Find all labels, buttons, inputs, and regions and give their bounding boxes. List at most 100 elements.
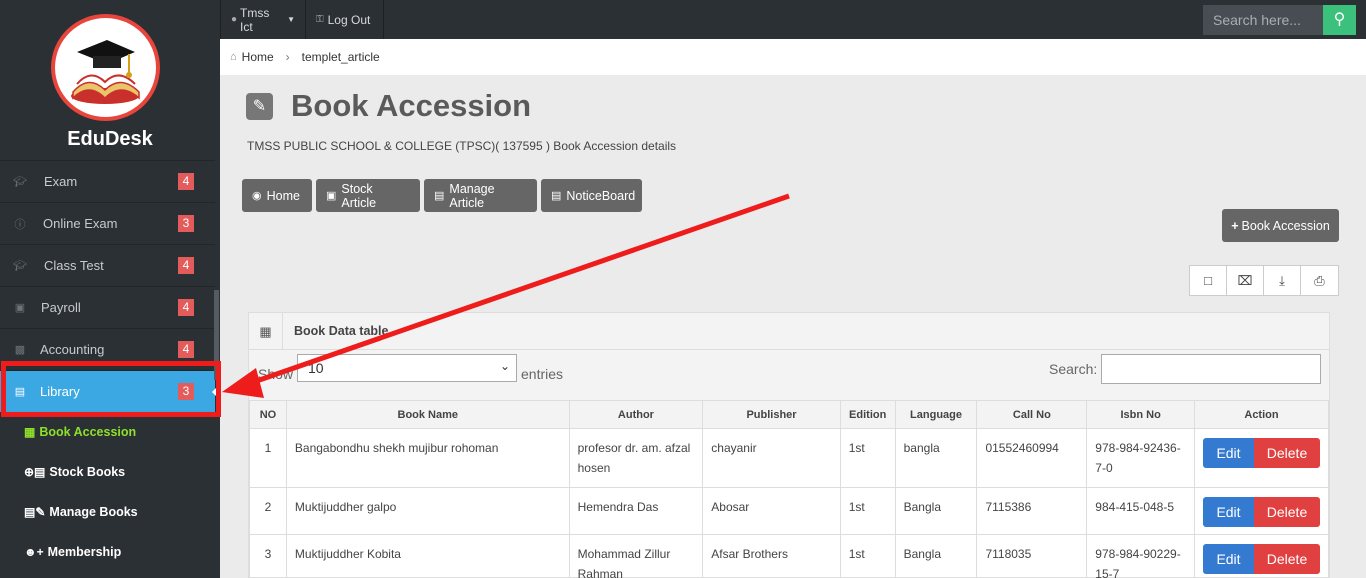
chevron-down-icon: ⌄ (499, 359, 510, 373)
column-header[interactable]: Edition (839, 400, 896, 429)
panel-title: Book Data table (294, 324, 389, 338)
entries-label: entries (521, 366, 564, 382)
stock-article-button[interactable]: ▣ Stock Article (316, 179, 420, 212)
dashboard-icon: ◉ (252, 190, 262, 202)
sidebar: EduDesk 🎓︎ Exam 4 ⓘ Online Exam 3 🎓︎ Cla… (0, 0, 220, 578)
grid-icon: ▦ (24, 425, 36, 439)
cell-book-name: Muktijuddher galpo (285, 487, 570, 535)
cell-book-name: Muktijuddher Kobita (285, 534, 570, 578)
manage-books-icon: ▤✎ (24, 505, 46, 519)
user-name: Tmss Ict (240, 5, 270, 34)
sidebar-item-label: Class Test (44, 258, 104, 273)
brand-name: EduDesk (67, 128, 153, 150)
cell-edition: 1st (839, 428, 896, 488)
sidebar-item-class-test[interactable]: 🎓︎ Class Test 4 (0, 244, 215, 286)
list-alt-icon: ▤ (551, 190, 562, 202)
cell-language: bangla (894, 428, 978, 488)
submenu-item-stock-books[interactable]: ⊕▤ Stock Books (0, 452, 215, 492)
submenu-item-manage-books[interactable]: ▤✎ Manage Books (0, 492, 215, 532)
breadcrumb-home[interactable]: Home (242, 50, 274, 64)
submenu-item-label: Book Accession (39, 425, 137, 439)
submenu-item-label: Stock Books (49, 465, 126, 479)
global-search-input[interactable]: Search here... (1203, 5, 1323, 35)
cell-publisher: Abosar (702, 487, 841, 535)
nav-button-label: Manage Article (449, 181, 495, 210)
user-plus-icon: ☻+ (24, 545, 44, 559)
home-nav-button[interactable]: ◉ Home (242, 179, 312, 212)
briefcase-icon: ▩ (14, 344, 26, 356)
show-label: Show (258, 366, 294, 382)
sidebar-item-label: Exam (44, 174, 78, 189)
entries-select[interactable]: 10 ⌄ (297, 354, 517, 382)
archive-icon: ▣ (326, 190, 337, 202)
excel-export-icon[interactable]: ⌧ (1227, 266, 1264, 295)
count-badge: 4 (178, 257, 194, 274)
sidebar-item-label: Accounting (40, 342, 105, 357)
submenu-item-label: Manage Books (49, 505, 138, 519)
cell-isbn: 978-984-90229-15-7 (1086, 534, 1195, 578)
submenu-item-book-accession[interactable]: ▦ Book Accession (0, 412, 215, 452)
delete-button[interactable]: Delete (1254, 438, 1320, 468)
cell-isbn: 978-984-92436-7-0 (1086, 428, 1195, 488)
add-book-accession-button[interactable]: + Book Accession (1222, 209, 1339, 242)
delete-button[interactable]: Delete (1254, 544, 1320, 574)
column-header[interactable]: Language (894, 400, 978, 429)
noticeboard-button[interactable]: ▤ NoticeBoard (541, 179, 642, 212)
pdf-export-icon[interactable]: □ (1190, 266, 1227, 295)
grid-icon: ▦ (249, 312, 283, 350)
home-icon: ⌂ (230, 51, 237, 63)
cell-language: Bangla (894, 487, 978, 535)
cell-author: Mohammad Zillur Rahman (568, 534, 704, 578)
key-icon: ⚿ (316, 14, 324, 25)
sidebar-item-label: Online Exam (43, 216, 118, 231)
add-button-label: Book Accession (1241, 218, 1330, 233)
user-menu[interactable]: ● Tmss Ict ▼ (220, 0, 306, 39)
count-badge: 4 (178, 299, 194, 316)
table-header-row: NO Book Name Author Publisher Edition La… (249, 400, 1329, 429)
stock-icon: ⊕▤ (24, 465, 46, 479)
plus-icon: + (1231, 218, 1239, 233)
sidebar-item-label: Payroll (41, 300, 81, 315)
cell-language: Bangla (894, 534, 978, 578)
cell-action: Edit Delete (1194, 487, 1329, 535)
book-data-panel: ▦ Book Data table Show 10 ⌄ entries Sear… (248, 312, 1330, 578)
delete-button[interactable]: Delete (1254, 497, 1320, 527)
search-button[interactable]: ⚲ (1323, 5, 1356, 35)
count-badge: 4 (178, 341, 194, 358)
manage-article-button[interactable]: ▤ Manage Article (424, 179, 537, 212)
column-header[interactable]: Call No (976, 400, 1088, 429)
edit-button[interactable]: Edit (1203, 544, 1254, 574)
cell-publisher: chayanir (702, 428, 841, 488)
sidebar-item-online-exam[interactable]: ⓘ Online Exam 3 (0, 202, 215, 244)
print-icon[interactable]: ⎙ (1301, 266, 1338, 295)
panel-header: ▦ Book Data table (249, 312, 1329, 350)
edit-button[interactable]: Edit (1203, 438, 1254, 468)
sidebar-item-payroll[interactable]: ▣ Payroll 4 (0, 286, 215, 328)
column-header[interactable]: Publisher (702, 400, 841, 429)
book-icon: ▤ (434, 190, 445, 202)
cell-edition: 1st (839, 487, 896, 535)
breadcrumb: ⌂ Home › templet_article (220, 39, 1366, 75)
logout-button[interactable]: ⚿ Log Out (306, 0, 384, 39)
book-table: NO Book Name Author Publisher Edition La… (249, 400, 1329, 578)
nav-button-label: Home (266, 188, 300, 203)
annotation-highlight-box (1, 361, 221, 417)
download-icon[interactable]: ⤓ (1264, 266, 1301, 295)
edit-icon: ✎ (246, 93, 273, 120)
school-logo[interactable] (51, 14, 160, 121)
edit-button[interactable]: Edit (1203, 497, 1254, 527)
column-header[interactable]: NO (249, 400, 287, 429)
export-toolbar: □ ⌧ ⤓ ⎙ (1189, 265, 1339, 296)
breadcrumb-current[interactable]: templet_article (302, 50, 380, 64)
count-badge: 4 (178, 173, 194, 190)
sidebar-item-exam[interactable]: 🎓︎ Exam 4 (0, 160, 215, 202)
cell-call-no: 01552460994 (976, 428, 1088, 488)
submenu-item-membership[interactable]: ☻+ Membership (0, 532, 215, 572)
table-search-input[interactable] (1101, 354, 1321, 384)
cell-author: Hemendra Das (568, 487, 704, 535)
column-header[interactable]: Author (568, 400, 704, 429)
topbar: ● Tmss Ict ▼ ⚿ Log Out Search here... ⚲ (220, 0, 1366, 39)
caret-down-icon: ▼ (287, 15, 295, 24)
column-header[interactable]: Book Name (285, 400, 570, 429)
column-header[interactable]: Isbn No (1086, 400, 1195, 429)
